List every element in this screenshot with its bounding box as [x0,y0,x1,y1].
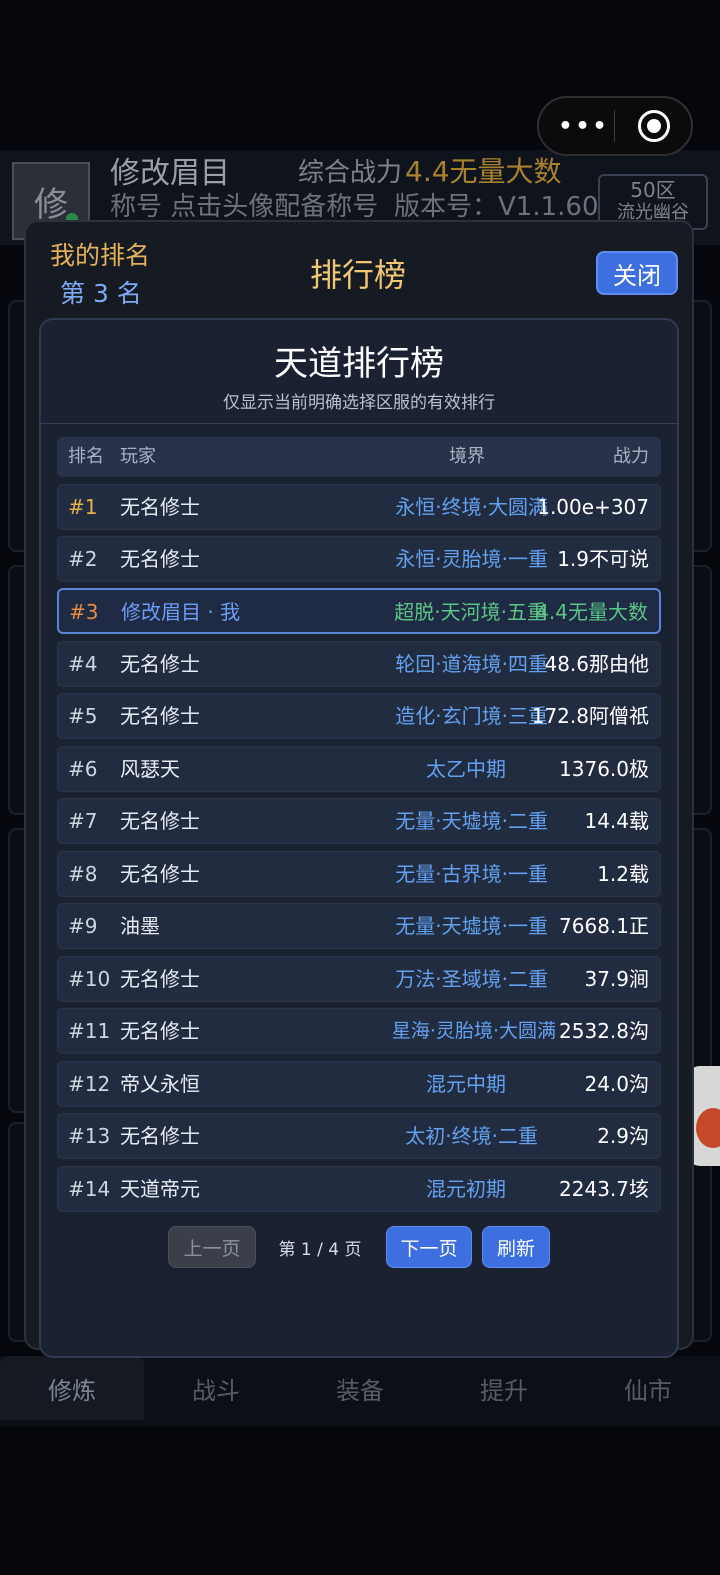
row-realm: 万法·圣域境·二重 [395,967,548,991]
row-player: 无名修士 [120,652,200,676]
power-label: 综合战力 [298,158,403,188]
row-player: 修改眉目 · 我 [121,600,241,624]
table-row[interactable]: #6 风瑟天 太乙中期 1376.0极 [57,746,661,792]
row-rank: #12 [68,1072,111,1096]
my-rank-label: 我的排名 [50,241,151,270]
row-power: 1.2载 [597,862,649,886]
row-player: 无名修士 [120,809,200,833]
row-power: 2243.7垓 [559,1177,649,1201]
row-player: 无名修士 [120,495,200,519]
row-realm: 轮回·道海境·四重 [395,652,548,676]
row-power: 48.6那由他 [544,652,649,676]
table-row-self[interactable]: #3 修改眉目 · 我 超脱·天河境·五重 4.4无量大数 [57,588,661,634]
server-number: 50区 [630,178,676,202]
my-rank-value: 第 3 名 [60,279,142,308]
next-page-button[interactable]: 下一页 [386,1226,472,1268]
leaderboard-title: 天道排行榜 [274,344,444,384]
row-power: 7668.1正 [559,914,649,938]
row-realm: 无量·天墟境·二重 [395,809,548,833]
row-rank: #6 [68,757,98,781]
row-realm: 无量·天墟境·一重 [395,914,548,938]
row-realm: 造化·玄门境·三重 [395,704,548,728]
row-player: 帝乂永恒 [120,1072,200,1096]
table-header: 排名 玩家 境界 战力 [57,437,661,477]
page-indicator: 第 1 / 4 页 [278,1239,362,1260]
row-player: 油墨 [120,914,160,938]
row-player: 天道帝元 [120,1177,200,1201]
row-player: 无名修士 [120,1124,200,1148]
tab-equipment[interactable]: 装备 [288,1356,432,1420]
row-power: 2532.8沟 [559,1019,649,1043]
tab-cultivate[interactable]: 修炼 [0,1356,144,1420]
row-rank: #10 [68,967,111,991]
col-realm: 境界 [449,446,485,467]
row-rank: #14 [68,1177,111,1201]
power-value: 4.4无量大数 [405,155,562,188]
row-realm: 超脱·天河境·五重 [394,600,547,624]
row-rank: #9 [68,914,98,938]
table-row[interactable]: #10 无名修士 万法·圣域境·二重 37.9涧 [57,956,661,1002]
row-rank: #11 [68,1019,111,1043]
row-realm: 混元初期 [426,1177,506,1201]
table-row[interactable]: #7 无名修士 无量·天墟境·二重 14.4载 [57,798,661,844]
row-rank: #5 [68,704,98,728]
table-row[interactable]: #1 无名修士 永恒·终境·大圆满 1.00e+307 [57,484,661,530]
row-rank: #7 [68,809,98,833]
tab-market[interactable]: 仙市 [576,1356,720,1420]
table-row[interactable]: #11 无名修士 星海·灵胎境·大圆满 2532.8沟 [57,1008,661,1054]
row-rank: #8 [68,862,98,886]
row-power: 24.0沟 [584,1072,649,1096]
prev-page-button[interactable]: 上一页 [168,1226,256,1268]
row-player: 无名修士 [120,967,200,991]
row-player: 无名修士 [120,704,200,728]
row-rank: #1 [68,495,98,519]
row-power: 172.8阿僧祇 [531,704,649,728]
table-row[interactable]: #4 无名修士 轮回·道海境·四重 48.6那由他 [57,641,661,687]
tab-upgrade[interactable]: 提升 [432,1356,576,1420]
row-player: 无名修士 [120,1019,200,1043]
avatar-char: 修 [34,184,68,225]
refresh-button[interactable]: 刷新 [482,1226,550,1268]
table-row[interactable]: #5 无名修士 造化·玄门境·三重 172.8阿僧祇 [57,693,661,739]
tab-battle[interactable]: 战斗 [144,1356,288,1420]
row-realm: 永恒·灵胎境·一重 [395,547,548,571]
table-row[interactable]: #14 天道帝元 混元初期 2243.7垓 [57,1166,661,1212]
row-rank: #13 [68,1124,111,1148]
row-player: 无名修士 [120,862,200,886]
row-power: 37.9涧 [584,967,649,991]
table-row[interactable]: #13 无名修士 太初·终境·二重 2.9沟 [57,1113,661,1159]
row-power: 1.00e+307 [537,495,649,519]
row-rank: #3 [69,600,99,624]
col-player: 玩家 [120,446,156,467]
row-player: 风瑟天 [120,757,180,781]
target-icon[interactable] [638,110,670,142]
title-hint: 称号 点击头像配备称号 [110,192,379,222]
version-label: 版本号：V1.1.60 [394,192,599,222]
row-power: 4.4无量大数 [536,600,648,624]
leaderboard-subtitle: 仅显示当前明确选择区服的有效排行 [223,393,495,413]
more-dots-icon[interactable]: ••• [556,96,612,156]
row-realm: 无量·古界境·一重 [395,862,548,886]
row-power: 14.4载 [584,809,649,833]
row-realm: 太初·终境·二重 [405,1124,538,1148]
close-button[interactable]: 关闭 [596,251,678,295]
row-player: 无名修士 [120,547,200,571]
table-row[interactable]: #8 无名修士 无量·古界境·一重 1.2载 [57,851,661,897]
table-row[interactable]: #9 油墨 无量·天墟境·一重 7668.1正 [57,903,661,949]
row-power: 1376.0极 [559,757,649,781]
col-power: 战力 [613,446,649,467]
row-power: 2.9沟 [597,1124,649,1148]
capsule-divider [614,110,615,142]
row-realm: 混元中期 [426,1072,506,1096]
row-rank: #4 [68,652,98,676]
row-realm: 星海·灵胎境·大圆满 [391,1020,556,1042]
row-rank: #2 [68,547,98,571]
modal-title: 排行榜 [309,256,406,294]
col-rank: 排名 [68,446,104,467]
table-row[interactable]: #12 帝乂永恒 混元中期 24.0沟 [57,1061,661,1107]
row-realm: 永恒·终境·大圆满 [395,495,548,519]
table-row[interactable]: #2 无名修士 永恒·灵胎境·一重 1.9不可说 [57,536,661,582]
row-power: 1.9不可说 [557,547,649,571]
row-realm: 太乙中期 [426,757,506,781]
